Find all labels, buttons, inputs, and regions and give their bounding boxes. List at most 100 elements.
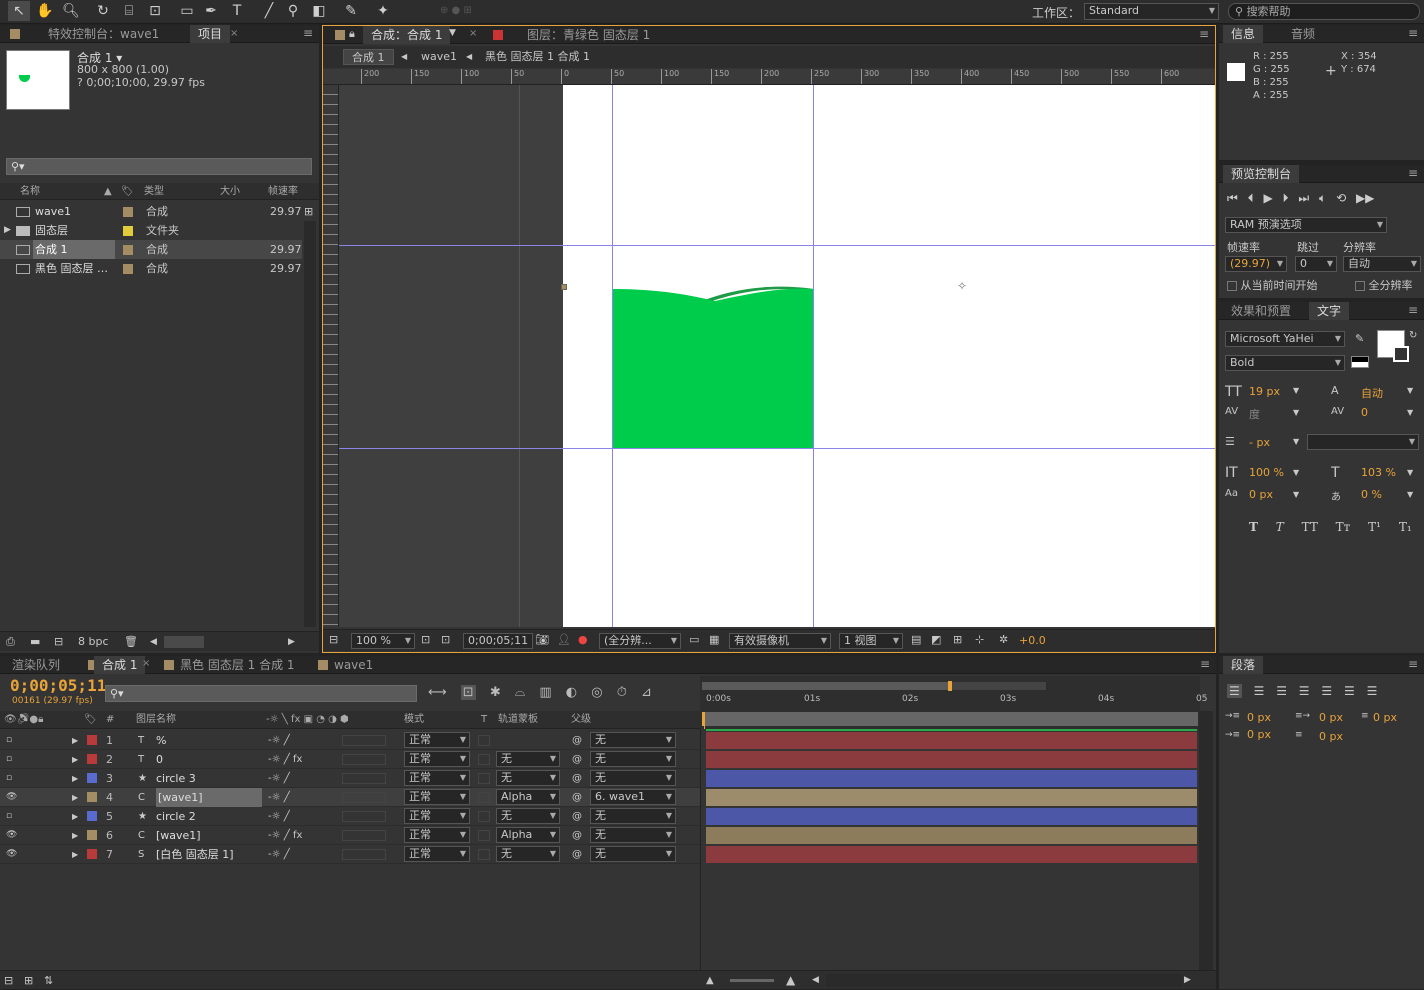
eye-icon[interactable]: 👁︎	[6, 826, 17, 845]
dropdown-arrow-icon[interactable]: ▼	[1407, 386, 1413, 395]
space-before-value[interactable]: 0 px	[1247, 728, 1271, 741]
panel-menu-icon[interactable]: ≡	[1408, 657, 1418, 671]
layer-switches-icons[interactable]: -☼ ╱	[268, 845, 290, 864]
new-comp-icon[interactable]: ⊟	[54, 632, 63, 652]
show-snapshot-icon[interactable]: 👤︎	[557, 633, 571, 646]
layer-name[interactable]: circle 2	[156, 807, 196, 826]
layer-row[interactable]: 👁︎ ▶ 4 C [wave1] -☼ ╱ 正常 Alpha @6. wave1	[0, 788, 700, 807]
expand-arrow-icon[interactable]: ▶	[72, 788, 78, 807]
small-caps-button[interactable]: Tт	[1336, 520, 1351, 534]
tab-render-queue[interactable]: 渲染队列	[4, 656, 68, 674]
layer-color-label[interactable]	[87, 735, 97, 745]
close-icon[interactable]: ×	[230, 28, 238, 39]
comp-mini-flowchart-icon[interactable]: ⟷	[428, 685, 447, 700]
new-folder-icon[interactable]: ▬	[30, 632, 40, 652]
font-style-select[interactable]: Bold	[1225, 355, 1345, 371]
footer-switch-icon[interactable]: ⊞	[24, 971, 33, 990]
project-item[interactable]: 黑色 固态层 … 合成 29.97	[0, 259, 302, 278]
pickwhip-icon[interactable]: @	[572, 826, 582, 845]
tab-effect-controls[interactable]: 特效控制台：wave1	[40, 25, 167, 43]
from-current-checkbox[interactable]: 从当前时间开始	[1227, 277, 1318, 293]
layer-color-label[interactable]	[87, 811, 97, 821]
track-matte-select[interactable]: 无	[496, 751, 560, 767]
timeline-hscroll[interactable]	[826, 974, 1182, 987]
kerning-value[interactable]: 度	[1249, 406, 1260, 422]
stroke-color-swatch[interactable]	[1393, 346, 1409, 362]
layer-color-label[interactable]	[87, 849, 97, 859]
preserve-transparency-box[interactable]	[478, 849, 490, 860]
layer-name[interactable]: 0	[156, 750, 163, 769]
pickwhip-icon[interactable]: @	[572, 769, 582, 788]
align-left-icon[interactable]: ☰	[1227, 684, 1242, 698]
close-icon[interactable]: ×	[142, 658, 150, 669]
switch-boxes[interactable]	[342, 811, 386, 822]
visibility-toggle[interactable]: ▫	[6, 731, 12, 750]
visibility-toggle[interactable]: ▫	[6, 750, 12, 769]
pixel-aspect-icon[interactable]: ▤	[911, 633, 921, 646]
all-caps-button[interactable]: TT	[1302, 520, 1318, 534]
brainstorm-icon[interactable]: ◎	[591, 685, 602, 700]
tab-black-solid-comp[interactable]: 黑色 固态层 1 合成 1	[172, 656, 303, 674]
tab-preview[interactable]: 预览控制台	[1223, 165, 1300, 183]
vertical-scale-value[interactable]: 100 %	[1249, 466, 1284, 479]
panel-menu-icon[interactable]: ≡	[303, 26, 313, 40]
layer-name[interactable]: %	[156, 731, 166, 750]
col-name[interactable]: 名称	[20, 183, 40, 200]
selection-tool-icon[interactable]: ↖	[8, 1, 30, 21]
layer-name[interactable]: circle 3	[156, 769, 196, 788]
space-after-value[interactable]: 0 px	[1319, 730, 1343, 743]
tab-info[interactable]: 信息	[1223, 25, 1264, 43]
panel-menu-icon[interactable]: ≡	[1200, 657, 1210, 671]
expand-arrow-icon[interactable]: ▶	[72, 731, 78, 750]
parent-select[interactable]: 无	[590, 770, 676, 786]
dropdown-arrow-icon[interactable]: ▼	[1407, 490, 1413, 499]
camera-tool-icon[interactable]: ⌸	[118, 1, 140, 21]
layer-switches-icons[interactable]: -☼ ╱	[268, 769, 290, 788]
roto-brush-tool-icon[interactable]: ✎	[340, 1, 362, 21]
timeline-icon[interactable]: ⊞	[953, 633, 962, 646]
panel-menu-icon[interactable]: ≡	[1408, 303, 1418, 317]
exposure-value[interactable]: +0.0	[1019, 634, 1046, 647]
scroll-left-icon[interactable]: ◀	[812, 971, 819, 990]
live-update-icon[interactable]: ⊡	[460, 685, 476, 700]
zoom-slider[interactable]	[730, 979, 774, 982]
breadcrumb-item[interactable]: 合成 1	[343, 49, 394, 65]
stopwatch-icon[interactable]: ⏱	[617, 685, 627, 700]
current-time[interactable]: 0;00;05;11	[10, 676, 106, 695]
ram-preview-icon[interactable]: ▶▶	[1356, 191, 1374, 205]
tsume-value[interactable]: 0 %	[1361, 488, 1382, 501]
zoom-tool-icon[interactable]: 🔍︎	[60, 1, 82, 21]
layer-row[interactable]: ▫ ▶ 3 ★ circle 3 -☼ ╱ 正常 无 @ 无	[0, 769, 700, 788]
timeline-search-input[interactable]: ⚲▾	[105, 685, 417, 702]
puppet-tool-icon[interactable]: ✦	[372, 1, 394, 21]
anchor-point-handle[interactable]	[561, 284, 567, 290]
dropdown-arrow-icon[interactable]: ▼	[1293, 408, 1299, 417]
bit-depth[interactable]: 8 bpc	[78, 632, 109, 652]
eyedropper-icon[interactable]: ✎	[1355, 332, 1364, 345]
track-matte-select[interactable]: Alpha	[496, 827, 560, 843]
align-center-icon[interactable]: ☰	[1254, 684, 1265, 698]
parent-select[interactable]: 无	[590, 808, 676, 824]
hand-tool-icon[interactable]: ✋	[34, 1, 56, 21]
views-select[interactable]: 1 视图	[839, 633, 903, 649]
loop-icon[interactable]: ⟲	[1336, 191, 1346, 205]
pickwhip-icon[interactable]: @	[572, 788, 582, 807]
work-area-bar[interactable]	[702, 682, 950, 690]
preserve-transparency-box[interactable]	[478, 773, 490, 784]
eraser-tool-icon[interactable]: ◧	[308, 1, 330, 21]
blend-mode-select[interactable]: 正常	[404, 789, 470, 805]
layer-row[interactable]: 👁︎ ▶ 6 C [wave1] -☼ ╱ fx 正常 Alpha @ 无	[0, 826, 700, 845]
preserve-transparency-box[interactable]	[478, 811, 490, 822]
layer-switches-icons[interactable]: -☼ ╱ fx	[268, 826, 302, 845]
layer-duration-bar[interactable]	[706, 751, 1197, 768]
camera-select[interactable]: 有效摄像机	[729, 633, 831, 649]
full-res-checkbox[interactable]: 全分辨率	[1355, 277, 1413, 293]
preserve-transparency-box[interactable]	[478, 792, 490, 803]
scroll-left-icon[interactable]: ◀	[150, 632, 157, 652]
panel-menu-icon[interactable]: ≡	[1199, 27, 1209, 41]
dropdown-arrow-icon[interactable]: ▼	[1293, 490, 1299, 499]
zoom-in-icon[interactable]: ▲	[786, 971, 795, 990]
motion-blur-icon[interactable]: ◐	[566, 685, 577, 700]
justify-last-center-icon[interactable]: ☰	[1321, 684, 1332, 698]
indent-right-value[interactable]: 0 px	[1373, 711, 1397, 724]
